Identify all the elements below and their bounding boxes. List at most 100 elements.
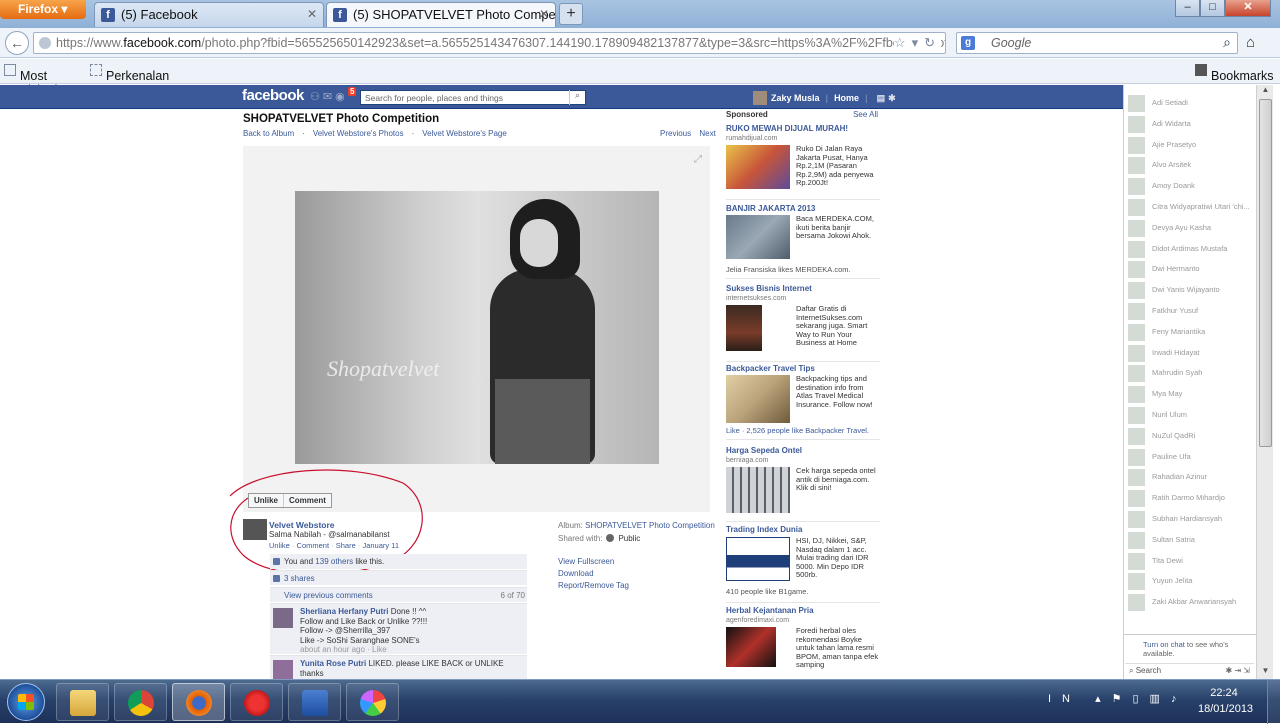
previous-link[interactable]: Previous xyxy=(660,129,691,138)
shares-link[interactable]: 3 shares xyxy=(270,570,527,585)
expand-icon[interactable]: ⤢ xyxy=(694,154,702,165)
dropdown-icon[interactable]: ▾ xyxy=(912,35,925,50)
restore-button[interactable]: □ xyxy=(1200,0,1225,17)
chat-friend[interactable]: Subhan Hardiansyah xyxy=(1128,509,1253,529)
chat-friend[interactable]: Yuyun Jelita xyxy=(1128,571,1253,591)
ad-title[interactable]: Trading Index Dunia xyxy=(726,525,880,535)
ad-title[interactable]: Harga Sepeda Ontel xyxy=(726,446,880,456)
star-icon[interactable]: ☆ xyxy=(894,35,912,50)
ad-item[interactable]: Trading Index Dunia HSI, DJ, Nikkei, S&P… xyxy=(726,525,880,603)
report-remove-tag-link[interactable]: Report/Remove Tag xyxy=(558,580,629,592)
facebook-search-input[interactable]: Search for people, places and things ⌕ xyxy=(360,90,586,105)
scroll-up-icon[interactable]: ▲ xyxy=(1258,85,1273,98)
network-icon[interactable]: ▥ xyxy=(1150,693,1171,705)
reload-icon[interactable]: ↻ xyxy=(924,35,941,50)
ad-title[interactable]: RUKO MEWAH DIJUAL MURAH! xyxy=(726,124,880,134)
close-tab-icon[interactable]: ✕ xyxy=(539,7,549,21)
search-icon[interactable]: ⌕ xyxy=(1223,34,1231,51)
ad-item[interactable]: BANJIR JAKARTA 2013 Baca MERDEKA.COM, ik… xyxy=(726,204,880,279)
firefox-menu-button[interactable]: Firefox ▾ xyxy=(0,0,86,19)
chat-friend[interactable]: Citra Widyapratiwi Utari 'chi... xyxy=(1128,197,1253,217)
chat-friend[interactable]: Fatkhur Yusuf xyxy=(1128,301,1253,321)
tab-facebook[interactable]: f (5) Facebook ✕ xyxy=(94,2,324,27)
ad-title[interactable]: Sukses Bisnis Internet xyxy=(726,284,880,294)
chat-friend[interactable]: NuZul QadRi xyxy=(1128,426,1253,446)
ad-title[interactable]: BANJIR JAKARTA 2013 xyxy=(726,204,880,214)
show-hidden-icons-icon[interactable]: ▴ xyxy=(1095,693,1112,705)
owner-avatar[interactable] xyxy=(243,519,267,540)
chat-friend[interactable]: Tita Dewi xyxy=(1128,551,1253,571)
chat-friend[interactable]: Feny Mariantika xyxy=(1128,322,1253,342)
ad-image[interactable] xyxy=(726,627,776,667)
view-previous-comments[interactable]: View previous comments 6 of 70 xyxy=(270,587,527,602)
ad-item[interactable]: Herbal Kejantanan Pria agenforedimaxi.co… xyxy=(726,606,880,676)
close-window-button[interactable]: ✕ xyxy=(1225,0,1271,17)
ad-item[interactable]: Harga Sepeda Ontel berniaga.com Cek harg… xyxy=(726,446,880,522)
ad-item[interactable]: RUKO MEWAH DIJUAL MURAH! rumahdijual.com… xyxy=(726,124,880,200)
chat-friend[interactable]: Didot Ardimas Mustafa xyxy=(1128,239,1253,259)
ad-social[interactable]: Like · 2,526 people like Backpacker Trav… xyxy=(726,426,869,435)
commenter-avatar[interactable] xyxy=(273,608,293,628)
chat-friend[interactable]: Dwi Yanis Wijayanto xyxy=(1128,280,1253,300)
view-fullscreen-link[interactable]: View Fullscreen xyxy=(558,556,629,568)
chat-friend[interactable]: Ajie Prasetyo xyxy=(1128,135,1253,155)
ad-image[interactable] xyxy=(726,375,790,423)
privacy-icon[interactable]: ▤ xyxy=(877,93,886,103)
minimize-button[interactable]: – xyxy=(1175,0,1200,17)
privacy-value[interactable]: Public xyxy=(618,534,640,543)
see-all-link[interactable]: See All xyxy=(853,110,878,119)
chat-friend[interactable]: Irwadi Hidayat xyxy=(1128,343,1253,363)
paint-taskbar-button[interactable] xyxy=(346,683,399,721)
comment-time[interactable]: about an hour ago · Like xyxy=(300,645,387,654)
bookmark-most-visited[interactable]: Most Visited xyxy=(4,64,57,97)
likers-link[interactable]: 139 others xyxy=(315,557,353,566)
next-link[interactable]: Next xyxy=(699,129,715,138)
chat-friend[interactable]: Mya May xyxy=(1128,384,1253,404)
chat-friend[interactable]: Mahrudin Syah xyxy=(1128,363,1253,383)
home-icon[interactable]: ⌂ xyxy=(1246,34,1255,51)
chrome-taskbar-button[interactable] xyxy=(114,683,167,721)
close-tab-icon[interactable]: ✕ xyxy=(307,7,317,21)
page-scrollbar[interactable]: ▲ ▼ xyxy=(1256,85,1273,679)
chat-friend[interactable]: Ratih Darmo Mihardjo xyxy=(1128,488,1253,508)
chat-friend[interactable]: Zaki Akbar Anwariansyah xyxy=(1128,592,1253,612)
ad-image[interactable] xyxy=(726,145,790,189)
photos-link[interactable]: Velvet Webstore's Photos xyxy=(313,129,404,138)
search-box[interactable]: g Google ⌕ xyxy=(956,32,1238,54)
scroll-down-icon[interactable]: ▼ xyxy=(1258,666,1273,679)
ad-image[interactable] xyxy=(726,305,762,351)
bookmark-perkenalan[interactable]: Perkenalan xyxy=(90,64,169,83)
url-bar[interactable]: https://www.facebook.com/photo.php?fbid=… xyxy=(33,32,946,54)
google-icon[interactable]: g xyxy=(961,36,975,50)
language-indicator[interactable]: IN xyxy=(1048,693,1081,705)
chat-friend[interactable]: Adi Widarta xyxy=(1128,114,1253,134)
bookmarks-menu[interactable]: Bookmarks xyxy=(1195,64,1274,83)
chat-friend[interactable]: Sultan Satria xyxy=(1128,530,1253,550)
unlike-link[interactable]: Unlike xyxy=(269,541,290,550)
ad-image[interactable] xyxy=(726,215,790,259)
back-arrow-icon[interactable]: ← xyxy=(5,31,29,55)
commenter-avatar[interactable] xyxy=(273,660,293,679)
new-tab-button[interactable]: + xyxy=(559,3,583,25)
page-link[interactable]: Velvet Webstore's Page xyxy=(422,129,507,138)
chat-friend[interactable]: Adi Setiadi xyxy=(1128,93,1253,113)
battery-icon[interactable]: ▯ xyxy=(1132,693,1149,705)
gear-icon[interactable]: ✱ xyxy=(888,93,896,103)
start-button[interactable] xyxy=(7,683,45,721)
chat-friend[interactable]: Dwi Hermanto xyxy=(1128,259,1253,279)
ad-image[interactable] xyxy=(726,537,790,581)
show-desktop-button[interactable] xyxy=(1267,680,1280,724)
ad-title[interactable]: Backpacker Travel Tips xyxy=(726,364,880,374)
ad-item[interactable]: Sukses Bisnis Internet internetsukses.co… xyxy=(726,284,880,362)
album-link[interactable]: SHOPATVELVET Photo Competition xyxy=(585,521,715,530)
chat-friend[interactable]: Amoy Doank xyxy=(1128,176,1253,196)
ad-image[interactable] xyxy=(726,467,790,513)
post-date[interactable]: January 11 xyxy=(362,541,399,550)
chat-friend[interactable]: Nuril Ulum xyxy=(1128,405,1253,425)
download-link[interactable]: Download xyxy=(558,568,629,580)
ad-title[interactable]: Herbal Kejantanan Pria xyxy=(726,606,880,616)
word-taskbar-button[interactable] xyxy=(288,683,341,721)
turn-on-chat-link[interactable]: Turn on chat xyxy=(1143,640,1185,649)
owner-name[interactable]: Velvet Webstore xyxy=(269,520,335,530)
commenter-name[interactable]: Yunita Rose Putri xyxy=(300,659,366,668)
